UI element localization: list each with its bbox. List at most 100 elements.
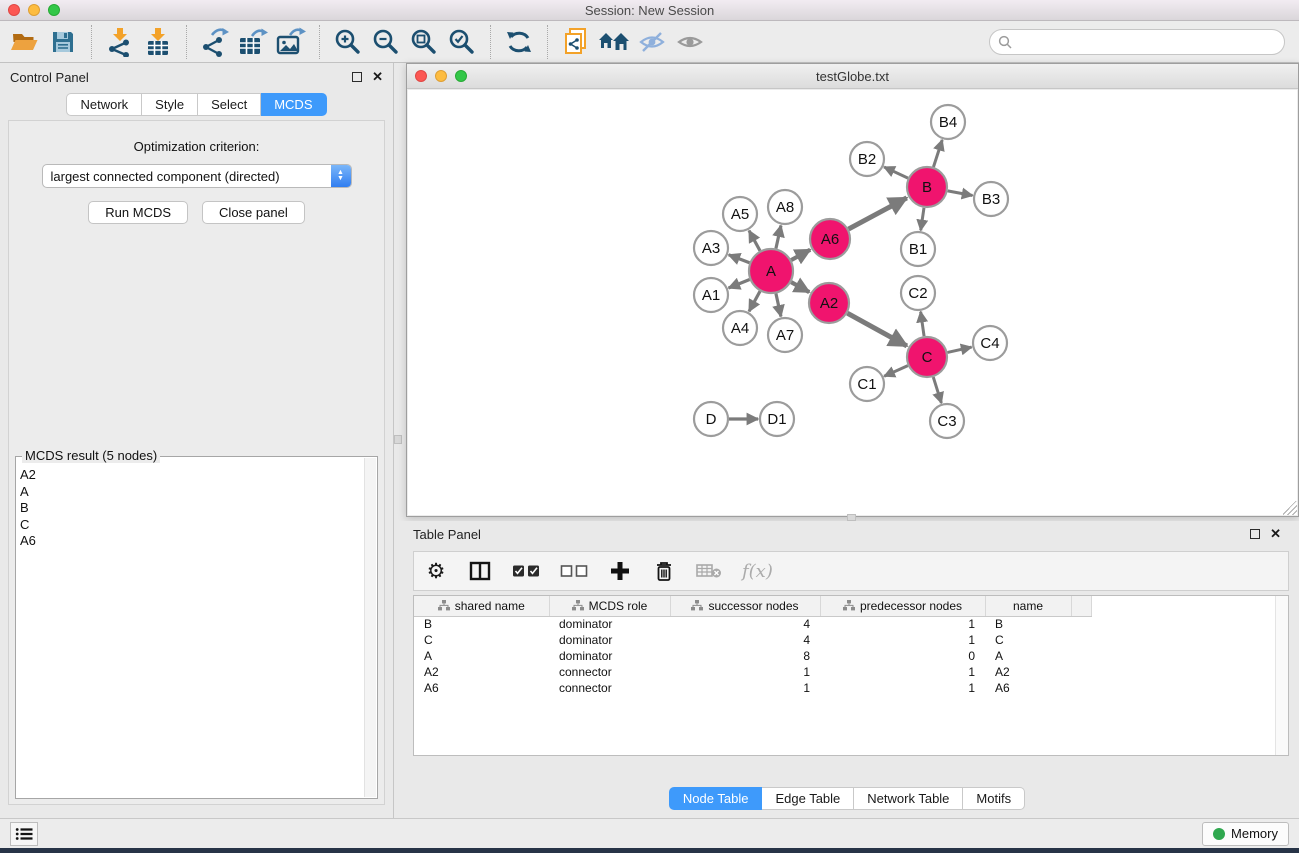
import-network-icon[interactable] [101, 25, 139, 59]
cell-predecessor-nodes[interactable]: 1 [820, 616, 985, 632]
open-session-icon[interactable] [6, 25, 44, 59]
cell-MCDS-role[interactable]: dominator [549, 648, 670, 664]
search-input[interactable] [1012, 35, 1284, 49]
run-mcds-button[interactable]: Run MCDS [88, 201, 188, 224]
edge-A-A3[interactable] [729, 255, 750, 263]
export-image-icon[interactable] [272, 25, 310, 59]
cell-shared-name[interactable]: A [414, 648, 549, 664]
refresh-view-icon[interactable] [500, 25, 538, 59]
result-item[interactable]: B [20, 500, 363, 517]
result-item[interactable]: C [20, 517, 363, 534]
result-item[interactable]: A6 [20, 533, 363, 550]
column-header-predecessor-nodes[interactable]: predecessor nodes [820, 596, 985, 616]
edge-A-A7[interactable] [776, 293, 781, 316]
cell-predecessor-nodes[interactable]: 1 [820, 664, 985, 680]
zoom-out-icon[interactable] [367, 25, 405, 59]
tab-motifs[interactable]: Motifs [963, 787, 1025, 810]
tab-edge-table[interactable]: Edge Table [762, 787, 854, 810]
cell-MCDS-role[interactable]: connector [549, 680, 670, 696]
edge-B-B2[interactable] [884, 167, 908, 178]
cell-predecessor-nodes[interactable]: 0 [820, 648, 985, 664]
import-table-icon[interactable] [139, 25, 177, 59]
cell-predecessor-nodes[interactable]: 1 [820, 680, 985, 696]
new-network-from-selection-icon[interactable] [557, 25, 595, 59]
cell-successor-nodes[interactable]: 1 [670, 664, 820, 680]
cell-name[interactable]: C [985, 632, 1071, 648]
memory-button[interactable]: Memory [1202, 822, 1289, 846]
float-panel-icon[interactable] [352, 72, 362, 82]
edge-A-A8[interactable] [776, 225, 781, 248]
tab-network-table[interactable]: Network Table [854, 787, 963, 810]
optimization-criterion-select[interactable]: largest connected component (directed) ▲… [42, 164, 352, 188]
cell-shared-name[interactable]: A2 [414, 664, 549, 680]
table-row[interactable]: Bdominator41B [414, 616, 1091, 632]
column-header-name[interactable]: name [985, 596, 1071, 616]
float-table-panel-icon[interactable] [1250, 529, 1260, 539]
edge-B-B4[interactable] [933, 140, 942, 167]
delete-table-icon[interactable] [696, 557, 722, 585]
close-table-panel-icon[interactable]: ✕ [1270, 529, 1281, 539]
edge-A-A5[interactable] [749, 231, 760, 251]
tab-node-table[interactable]: Node Table [669, 787, 763, 810]
hide-selected-icon[interactable] [633, 25, 671, 59]
cell-successor-nodes[interactable]: 4 [670, 632, 820, 648]
cell-successor-nodes[interactable]: 8 [670, 648, 820, 664]
zoom-fit-icon[interactable] [405, 25, 443, 59]
edge-A-A2[interactable] [791, 282, 809, 292]
edge-C-C2[interactable] [921, 312, 924, 337]
edge-A6-B[interactable] [849, 198, 907, 229]
edge-C-C1[interactable] [884, 366, 908, 377]
tab-network[interactable]: Network [66, 93, 142, 116]
edge-A-A4[interactable] [749, 291, 760, 311]
result-item[interactable]: A2 [20, 467, 363, 484]
show-hidden-icon[interactable] [671, 25, 709, 59]
search-box[interactable] [989, 29, 1285, 55]
create-column-icon[interactable] [608, 557, 632, 585]
close-panel-button[interactable]: Close panel [202, 201, 305, 224]
edge-A2-C[interactable] [847, 313, 906, 346]
mcds-result-scrollbar[interactable] [364, 458, 376, 797]
zoom-selected-icon[interactable] [443, 25, 481, 59]
cell-shared-name[interactable]: B [414, 616, 549, 632]
cell-MCDS-role[interactable]: dominator [549, 632, 670, 648]
save-session-icon[interactable] [44, 25, 82, 59]
vertical-split-handle[interactable] [394, 435, 402, 444]
cell-shared-name[interactable]: A6 [414, 680, 549, 696]
result-item[interactable]: A [20, 484, 363, 501]
export-table-icon[interactable] [234, 25, 272, 59]
table-row[interactable]: A6connector11A6 [414, 680, 1091, 696]
delete-column-icon[interactable] [652, 557, 676, 585]
edge-C-C4[interactable] [947, 347, 971, 352]
edge-B-B1[interactable] [921, 208, 924, 231]
cell-name[interactable]: A6 [985, 680, 1071, 696]
cell-name[interactable]: B [985, 616, 1071, 632]
edge-C-C3[interactable] [933, 377, 941, 403]
edge-A-A6[interactable] [791, 250, 810, 260]
task-history-button[interactable] [10, 822, 38, 846]
cell-predecessor-nodes[interactable]: 1 [820, 632, 985, 648]
column-header-successor-nodes[interactable]: successor nodes [670, 596, 820, 616]
cell-name[interactable]: A2 [985, 664, 1071, 680]
tab-style[interactable]: Style [142, 93, 198, 116]
tab-select[interactable]: Select [198, 93, 261, 116]
mcds-result-list[interactable]: A2ABCA6 [20, 467, 363, 796]
function-builder-icon[interactable]: f(x) [742, 557, 773, 585]
table-scrollbar[interactable] [1275, 596, 1288, 755]
node-attribute-table[interactable]: shared nameMCDS rolesuccessor nodesprede… [414, 596, 1092, 696]
edge-A-A1[interactable] [729, 280, 750, 288]
deselect-all-rows-icon[interactable] [560, 557, 588, 585]
column-header-shared-name[interactable]: shared name [414, 596, 549, 616]
table-row[interactable]: Adominator80A [414, 648, 1091, 664]
window-resize-grip[interactable] [1283, 501, 1297, 515]
column-header-MCDS-role[interactable]: MCDS role [549, 596, 670, 616]
cell-MCDS-role[interactable]: connector [549, 664, 670, 680]
tab-mcds[interactable]: MCDS [261, 93, 326, 116]
select-all-rows-icon[interactable] [512, 557, 540, 585]
home-view-icon[interactable] [595, 25, 633, 59]
network-canvas[interactable]: B4B2BB3A8A5A6A3B1AC2A1A2A4A7C4CC1C3DD1 [408, 90, 1297, 515]
show-columns-icon[interactable] [468, 557, 492, 585]
table-row[interactable]: A2connector11A2 [414, 664, 1091, 680]
export-network-icon[interactable] [196, 25, 234, 59]
cell-name[interactable]: A [985, 648, 1071, 664]
cell-shared-name[interactable]: C [414, 632, 549, 648]
